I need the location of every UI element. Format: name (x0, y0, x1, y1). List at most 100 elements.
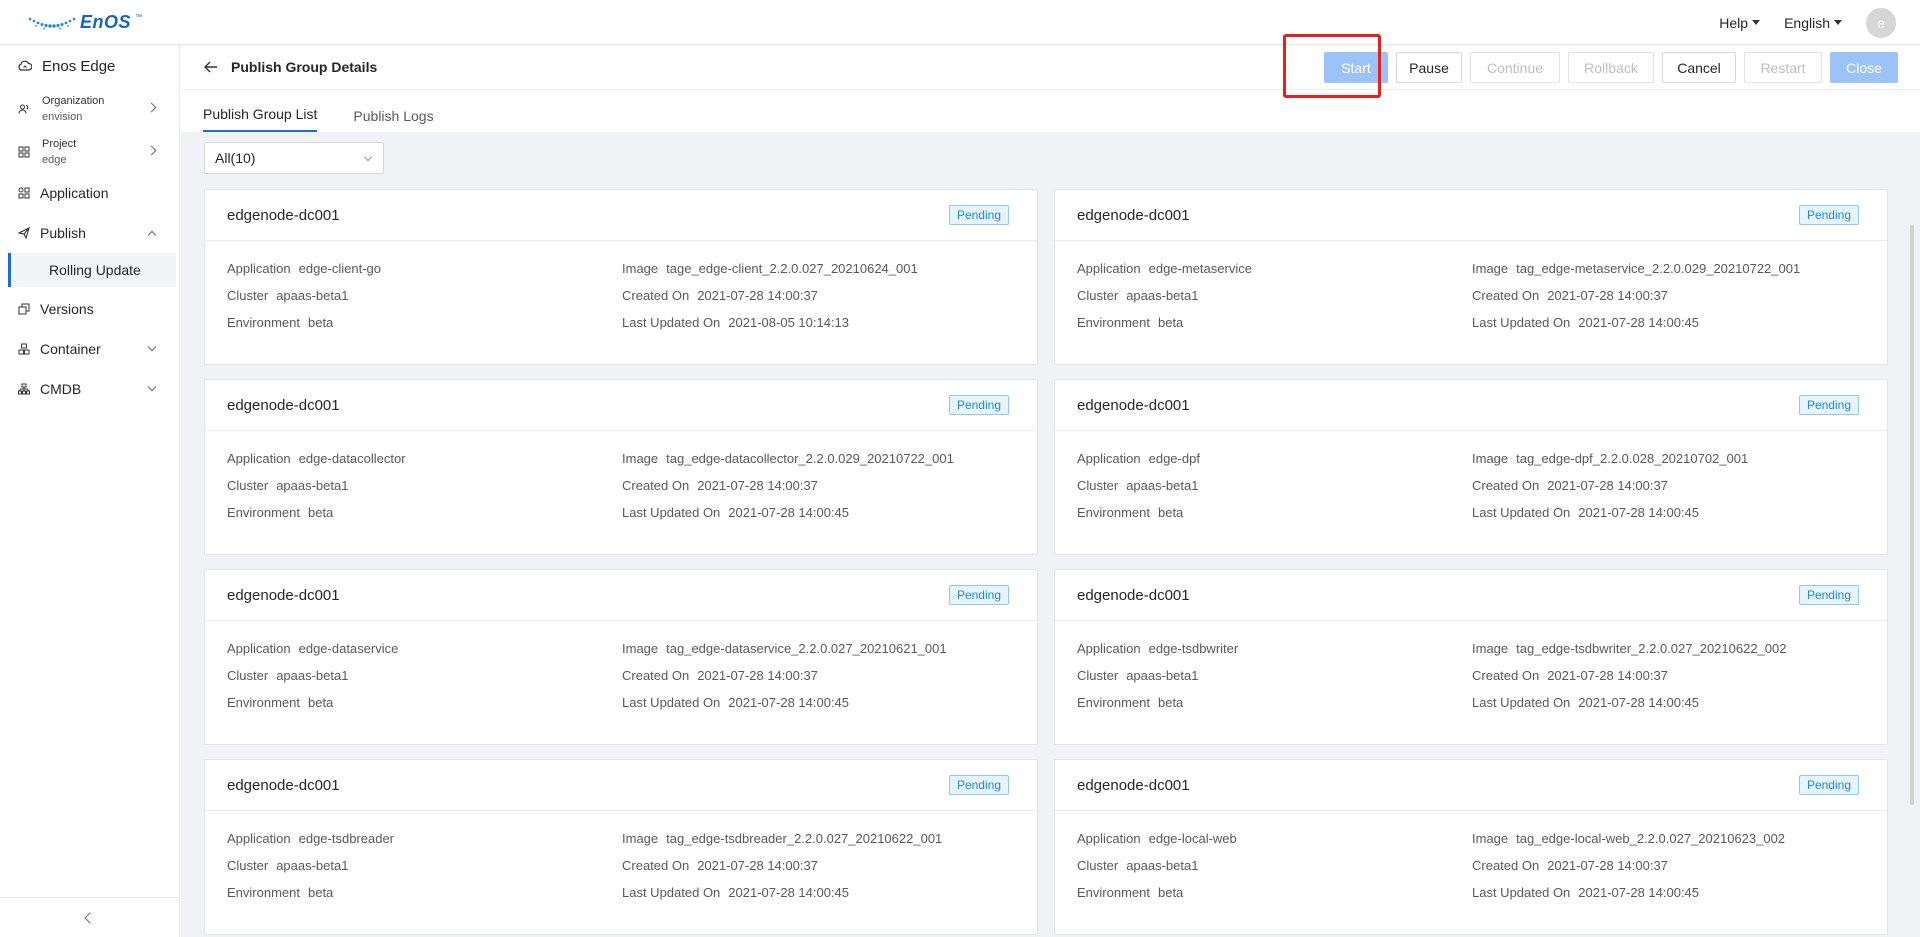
field-label: Environment (1077, 315, 1150, 330)
field-value: 2021-07-28 14:00:37 (1547, 668, 1668, 683)
field-label: Cluster (1077, 478, 1119, 493)
card-body: Application edge-tsdbreader Image tag_edge-… (205, 811, 1037, 902)
environment-field: Environment beta (1077, 694, 1472, 712)
rollback-button[interactable]: Rollback (1568, 52, 1654, 83)
sidebar-item-cmdb[interactable]: CMDB (0, 369, 179, 409)
user-avatar[interactable]: e (1866, 7, 1896, 38)
field-value: 2021-08-05 10:14:13 (728, 315, 850, 330)
sidebar-item-container[interactable]: Container (0, 329, 179, 369)
sidebar-item-label: Application (40, 185, 109, 201)
field-value: 2021-07-28 14:00:37 (1547, 288, 1668, 303)
help-label: Help (1719, 14, 1749, 31)
field-value: 2021-07-28 14:00:37 (697, 858, 818, 873)
last-updated-field: Last Updated On 2021-08-05 10:14:13 (622, 314, 1015, 332)
field-label: Image (622, 831, 659, 846)
field-label: Image (622, 641, 659, 656)
card-header: edgenode-dc001 Pending (1055, 380, 1887, 431)
field-value: tag_edge-dpf_2.2.0.028_20210702_001 (1516, 451, 1749, 466)
app-header[interactable]: Enos Edge (0, 45, 179, 87)
field-label: Application (227, 261, 291, 276)
project-selector[interactable]: Project edge (0, 130, 179, 173)
chevron-down-icon (147, 382, 157, 392)
help-menu[interactable]: Help (1719, 14, 1761, 31)
publish-group-card: edgenode-dc001 Pending Application edge-tsd… (1054, 569, 1888, 745)
card-body: Application edge-dpf Image tag_edge-dpf_2.2… (1055, 431, 1887, 522)
pause-button[interactable]: Pause (1396, 52, 1462, 83)
card-header: edgenode-dc001 Pending (1055, 190, 1887, 241)
field-label: Application (1077, 451, 1141, 466)
enos-logo[interactable]: EnOS ™ (28, 12, 142, 33)
field-label: Created On (1472, 858, 1540, 873)
field-value: edge-dpf (1148, 451, 1200, 466)
restart-button[interactable]: Restart (1744, 52, 1822, 83)
card-header: edgenode-dc001 Pending (205, 380, 1037, 431)
sidebar-item-label: Versions (40, 301, 94, 317)
field-label: Cluster (227, 858, 269, 873)
field-value: 2021-07-28 14:00:45 (1578, 885, 1700, 900)
image-field: Image tag_edge-datacollector_2.2.0.029_20… (622, 450, 1015, 468)
tab-publish-group-list[interactable]: Publish Group List (203, 106, 318, 132)
card-title: edgenode-dc001 (227, 586, 340, 604)
project-value: edge (42, 153, 67, 166)
publish-group-card: edgenode-dc001 Pending Application edge-dpf… (1054, 379, 1888, 555)
field-value: tag_edge-dataservice_2.2.0.027_20210621_… (666, 641, 947, 656)
field-value: 2021-07-28 14:00:45 (728, 885, 850, 900)
start-button[interactable]: Start (1324, 52, 1388, 83)
cluster-field: Cluster apaas-beta1 (1077, 857, 1472, 875)
field-value: tag_edge-metaservice_2.2.0.029_20210722_… (1516, 261, 1801, 276)
page-header: Publish Group Details Start Pause Contin… (181, 45, 1920, 90)
chevron-down-icon (147, 342, 157, 352)
field-label: Environment (1077, 695, 1150, 710)
back-arrow-icon[interactable] (203, 59, 219, 75)
field-value: 2021-07-28 14:00:37 (697, 478, 818, 493)
field-value: apaas-beta1 (276, 478, 349, 493)
field-label: Application (1077, 261, 1141, 276)
organization-icon (18, 104, 29, 114)
vertical-scrollbar[interactable] (1910, 225, 1914, 805)
field-value: tag_edge-local-web_2.2.0.027_20210623_00… (1516, 831, 1786, 846)
project-label: Project (42, 137, 77, 150)
chevron-right-icon (146, 102, 157, 113)
environment-field: Environment beta (1077, 314, 1472, 332)
status-badge: Pending (948, 395, 1009, 415)
field-value: 2021-07-28 14:00:37 (1547, 858, 1668, 873)
last-updated-field: Last Updated On 2021-07-28 14:00:45 (1472, 314, 1865, 332)
field-label: Cluster (1077, 858, 1119, 873)
field-label: Last Updated On (1472, 695, 1571, 710)
close-button[interactable]: Close (1830, 52, 1898, 83)
versions-icon (18, 303, 30, 315)
card-header: edgenode-dc001 Pending (205, 760, 1037, 811)
continue-button[interactable]: Continue (1470, 52, 1560, 83)
language-menu[interactable]: English (1784, 15, 1842, 31)
cancel-button[interactable]: Cancel (1662, 52, 1736, 83)
field-label: Application (1077, 831, 1141, 846)
field-label: Cluster (227, 668, 269, 683)
field-value: beta (307, 315, 334, 330)
image-field: Image tag_edge-local-web_2.2.0.027_202106… (1472, 830, 1865, 848)
field-label: Environment (227, 695, 300, 710)
sidebar-item-publish[interactable]: Publish (0, 213, 179, 253)
sidebar-item-application[interactable]: Application (0, 173, 179, 213)
status-badge: Pending (1798, 205, 1859, 225)
field-value: 2021-07-28 14:00:37 (697, 288, 818, 303)
tab-publish-logs[interactable]: Publish Logs (353, 108, 433, 132)
environment-field: Environment beta (227, 884, 622, 902)
field-value: 2021-07-28 14:00:37 (697, 668, 818, 683)
environment-field: Environment beta (227, 694, 622, 712)
sidebar-collapse-button[interactable] (0, 897, 180, 937)
sidebar: Enos Edge Organization envision Project … (0, 45, 180, 937)
sidebar-item-rolling-update[interactable]: Rolling Update (8, 253, 176, 287)
status-filter-select[interactable]: All(10) (204, 142, 384, 174)
tab-bar: Publish Group List Publish Logs (181, 90, 1920, 132)
caret-down-icon (1834, 20, 1842, 25)
last-updated-field: Last Updated On 2021-07-28 14:00:45 (1472, 694, 1865, 712)
organization-selector[interactable]: Organization envision (0, 87, 179, 130)
image-field: Image tag_edge-dpf_2.2.0.028_20210702_001 (1472, 450, 1865, 468)
field-label: Environment (1077, 505, 1150, 520)
publish-group-card: edgenode-dc001 Pending Application edge-dat… (204, 569, 1038, 745)
field-label: Application (227, 641, 291, 656)
status-badge: Pending (1798, 585, 1859, 605)
chevron-left-icon (84, 911, 96, 924)
cluster-field: Cluster apaas-beta1 (227, 857, 622, 875)
sidebar-item-versions[interactable]: Versions (0, 289, 179, 329)
